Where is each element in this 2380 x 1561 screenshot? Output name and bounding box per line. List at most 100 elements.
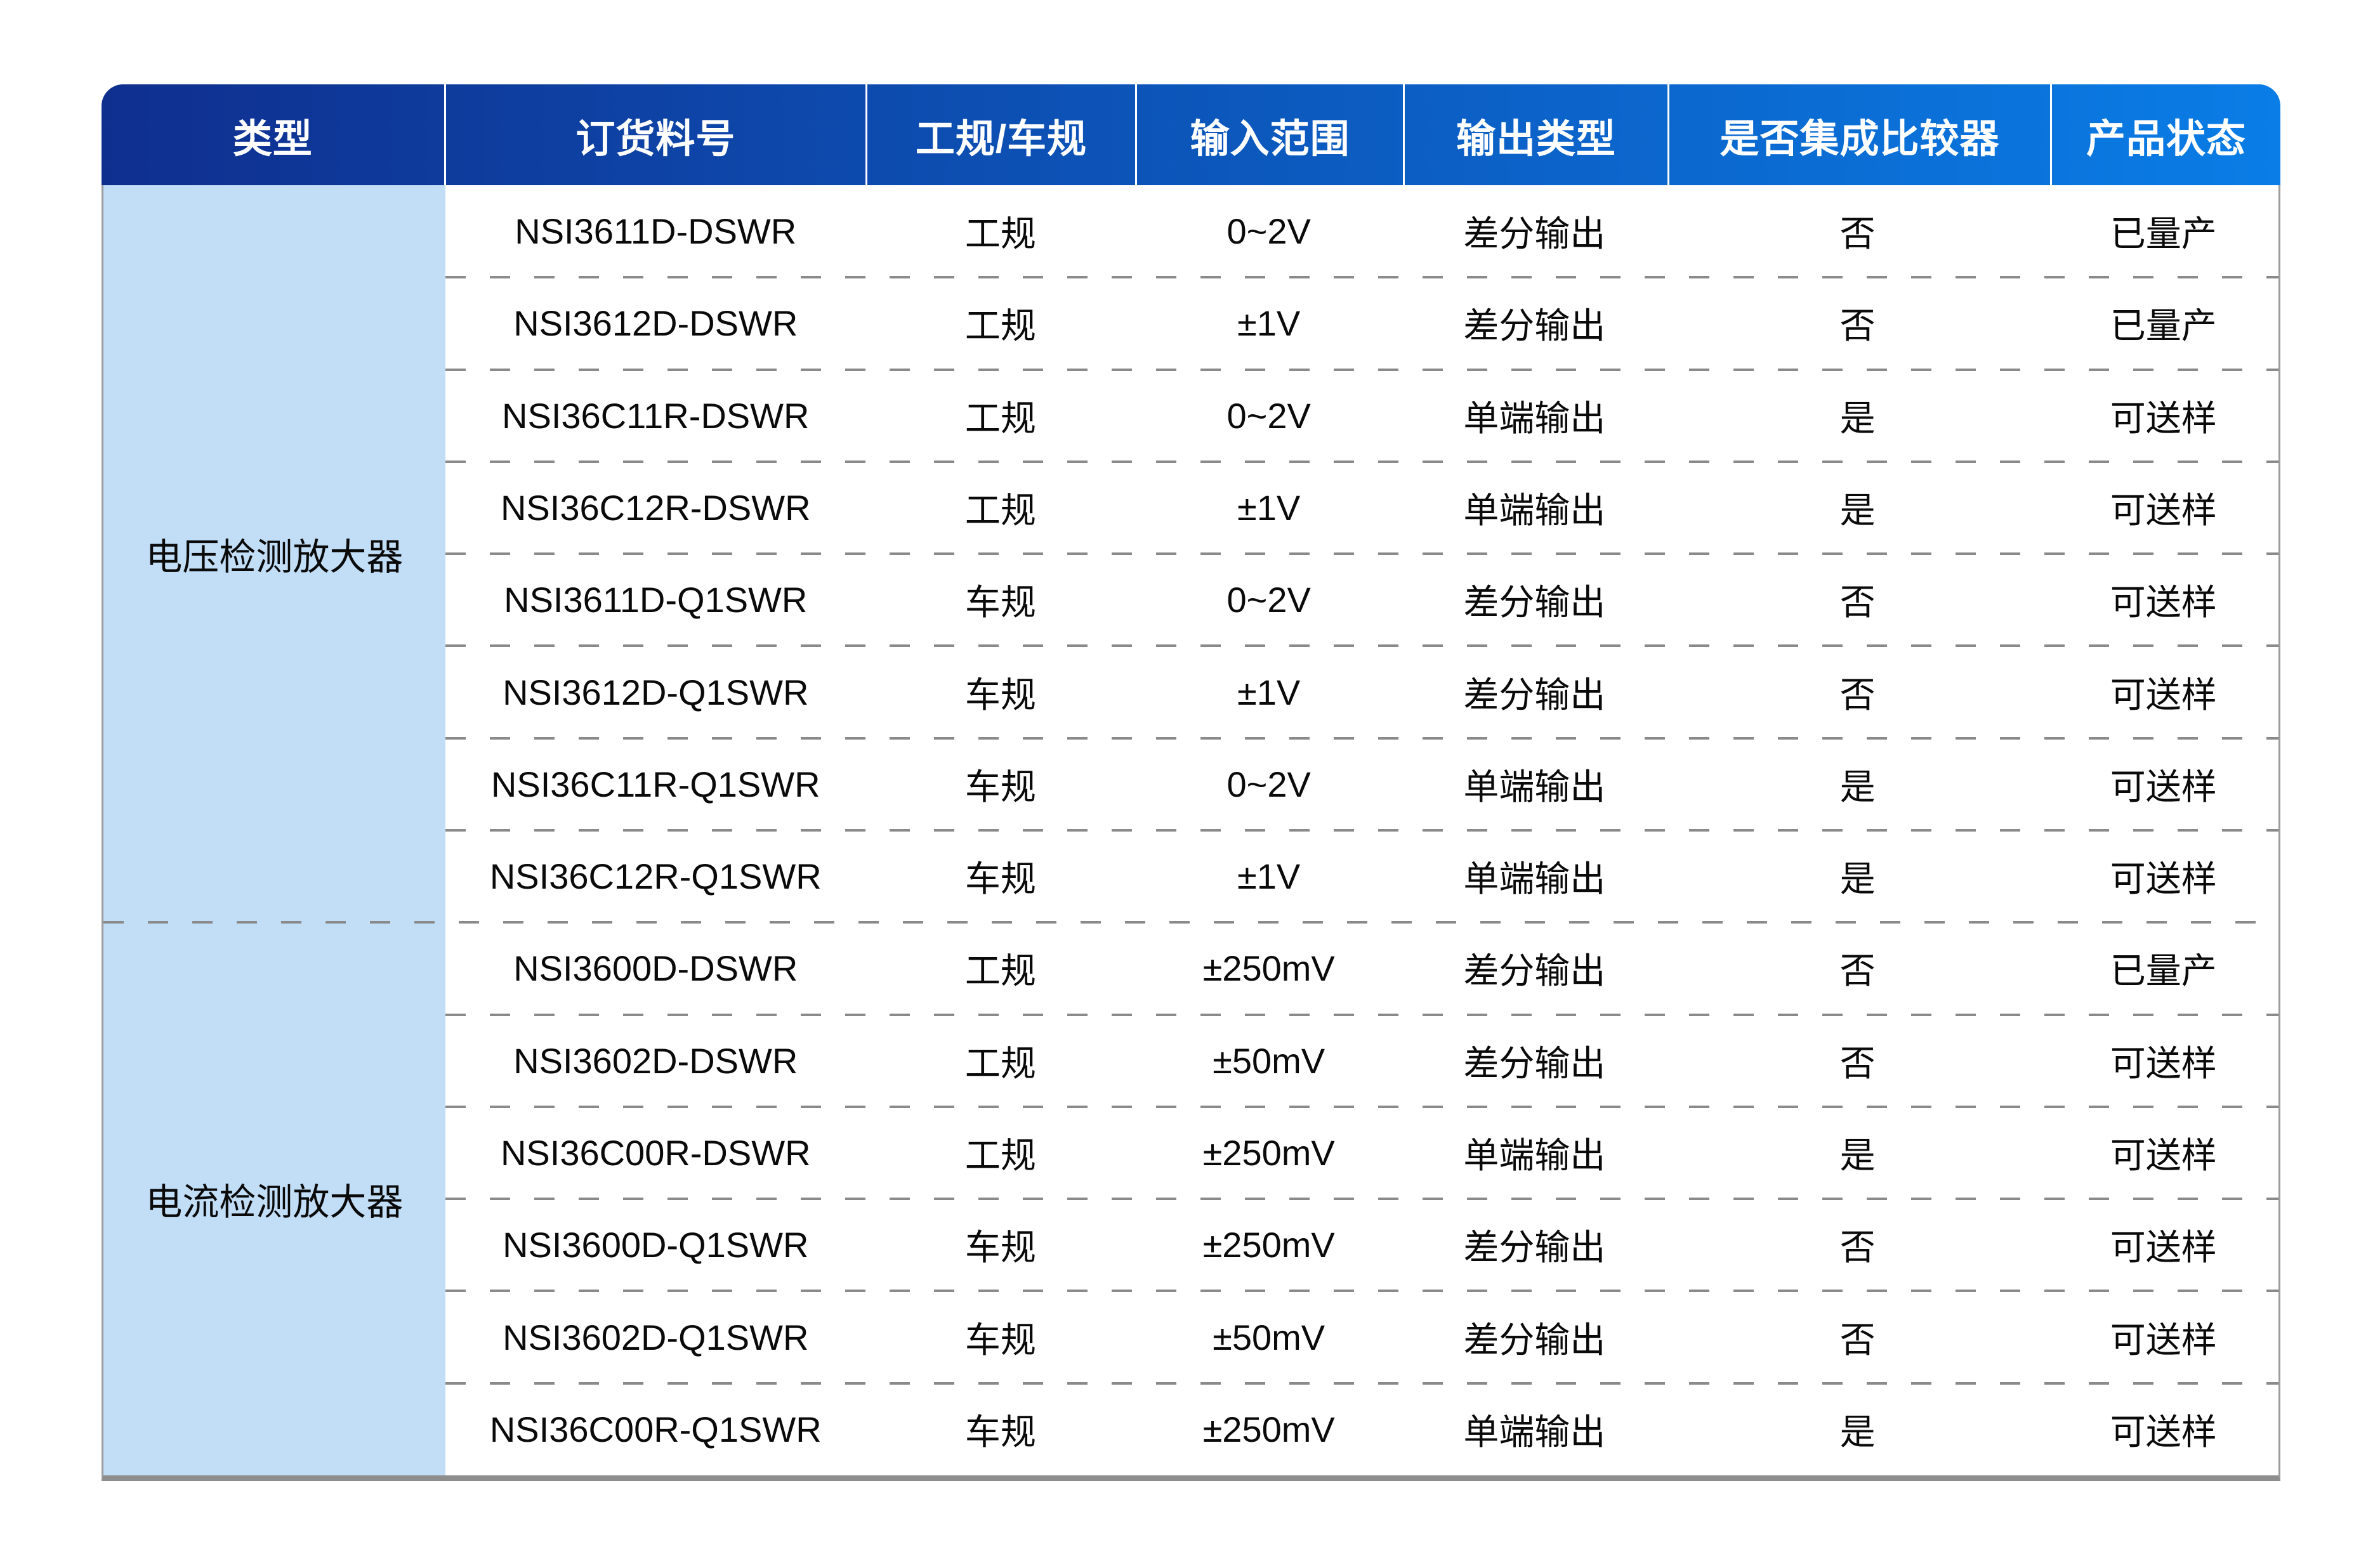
comparator-cell: 否 [1667,922,2049,1014]
output-type-cell: 单端输出 [1402,370,1666,462]
grade-cell: 车规 [866,1199,1135,1291]
status-cell: 可送样 [2049,830,2278,922]
status-cell: 可送样 [2049,1015,2278,1107]
comparator-cell: 否 [1667,277,2049,369]
column-header-grade: 工规/车规 [865,84,1135,185]
part-number-cell: NSI3602D-Q1SWR [445,1291,866,1383]
comparator-cell: 否 [1667,185,2049,277]
grade-cell: 车规 [866,1291,1135,1383]
output-type-cell: 差分输出 [1402,185,1666,277]
part-number-cell: NSI3612D-DSWR [445,277,866,369]
comparator-cell: 否 [1667,1291,2049,1383]
part-number-cell: NSI36C00R-DSWR [445,1107,866,1199]
table-row: NSI3600D-Q1SWR车规±250mV差分输出否可送样 [445,1199,2278,1291]
column-header-input-range: 输入范围 [1135,84,1403,185]
column-header-status: 产品状态 [2050,84,2280,185]
output-type-cell: 差分输出 [1402,1015,1666,1107]
table-row: NSI3600D-DSWR工规±250mV差分输出否已量产 [445,922,2278,1014]
part-number-cell: NSI36C11R-Q1SWR [445,738,866,830]
grade-cell: 车规 [866,1383,1135,1475]
grade-cell: 工规 [866,1015,1135,1107]
output-type-cell: 差分输出 [1402,1291,1666,1383]
group-rows: NSI3600D-DSWR工规±250mV差分输出否已量产NSI3602D-DS… [445,922,2278,1475]
status-cell: 已量产 [2049,922,2278,1014]
output-type-cell: 单端输出 [1402,462,1666,554]
input-range-cell: 0~2V [1135,554,1402,646]
output-type-cell: 单端输出 [1402,1383,1666,1475]
part-number-cell: NSI3600D-DSWR [445,922,866,1014]
status-cell: 已量产 [2049,277,2278,369]
product-table: 类型 订货料号 工规/车规 输入范围 输出类型 是否集成比较器 产品状态 电压检… [102,84,2280,1481]
table-row: NSI3612D-Q1SWR车规±1V差分输出否可送样 [445,646,2278,738]
table-row: NSI36C11R-Q1SWR车规0~2V单端输出是可送样 [445,738,2278,830]
comparator-cell: 是 [1667,738,2049,830]
grade-cell: 工规 [866,462,1135,554]
input-range-cell: ±50mV [1135,1015,1402,1107]
status-cell: 可送样 [2049,370,2278,462]
status-cell: 可送样 [2049,554,2278,646]
input-range-cell: ±1V [1135,462,1402,554]
part-number-cell: NSI36C12R-DSWR [445,462,866,554]
status-cell: 已量产 [2049,185,2278,277]
grade-cell: 车规 [866,646,1135,738]
table-row: NSI36C12R-DSWR工规±1V单端输出是可送样 [445,462,2278,554]
grade-cell: 车规 [866,738,1135,830]
part-number-cell: NSI3611D-Q1SWR [445,554,866,646]
table-row: NSI36C11R-DSWR工规0~2V单端输出是可送样 [445,370,2278,462]
input-range-cell: ±50mV [1135,1291,1402,1383]
comparator-cell: 是 [1667,462,2049,554]
table-header-row: 类型 订货料号 工规/车规 输入范围 输出类型 是否集成比较器 产品状态 [102,84,2280,185]
output-type-cell: 单端输出 [1402,738,1666,830]
part-number-cell: NSI3612D-Q1SWR [445,646,866,738]
comparator-cell: 否 [1667,646,2049,738]
table-row: NSI3611D-DSWR工规0~2V差分输出否已量产 [445,185,2278,277]
input-range-cell: ±250mV [1135,1383,1402,1475]
output-type-cell: 差分输出 [1402,277,1666,369]
input-range-cell: ±1V [1135,277,1402,369]
group-rows: NSI3611D-DSWR工规0~2V差分输出否已量产NSI3612D-DSWR… [445,185,2278,922]
comparator-cell: 否 [1667,554,2049,646]
input-range-cell: 0~2V [1135,738,1402,830]
output-type-cell: 差分输出 [1402,554,1666,646]
part-number-cell: NSI3611D-DSWR [445,185,866,277]
column-header-output-type: 输出类型 [1403,84,1667,185]
table-body: 电压检测放大器NSI3611D-DSWR工规0~2V差分输出否已量产NSI361… [102,185,2280,1481]
input-range-cell: ±1V [1135,646,1402,738]
part-number-cell: NSI36C11R-DSWR [445,370,866,462]
part-number-cell: NSI36C00R-Q1SWR [445,1383,866,1475]
status-cell: 可送样 [2049,646,2278,738]
status-cell: 可送样 [2049,1107,2278,1199]
grade-cell: 工规 [866,370,1135,462]
status-cell: 可送样 [2049,1199,2278,1291]
part-number-cell: NSI3602D-DSWR [445,1015,866,1107]
comparator-cell: 是 [1667,1383,2049,1475]
grade-cell: 工规 [866,1107,1135,1199]
grade-cell: 工规 [866,185,1135,277]
column-header-comparator: 是否集成比较器 [1667,84,2050,185]
table-row: NSI36C00R-Q1SWR车规±250mV单端输出是可送样 [445,1383,2278,1475]
input-range-cell: ±250mV [1135,1199,1402,1291]
comparator-cell: 是 [1667,370,2049,462]
output-type-cell: 单端输出 [1402,830,1666,922]
output-type-cell: 差分输出 [1402,922,1666,1014]
status-cell: 可送样 [2049,1291,2278,1383]
table-row: NSI36C00R-DSWR工规±250mV单端输出是可送样 [445,1107,2278,1199]
table-row: NSI3602D-DSWR工规±50mV差分输出否可送样 [445,1015,2278,1107]
part-number-cell: NSI36C12R-Q1SWR [445,830,866,922]
input-range-cell: ±250mV [1135,1107,1402,1199]
category-cell: 电压检测放大器 [103,185,445,922]
status-cell: 可送样 [2049,462,2278,554]
grade-cell: 车规 [866,830,1135,922]
table-row: NSI3602D-Q1SWR车规±50mV差分输出否可送样 [445,1291,2278,1383]
input-range-cell: ±250mV [1135,922,1402,1014]
comparator-cell: 否 [1667,1199,2049,1291]
status-cell: 可送样 [2049,1383,2278,1475]
output-type-cell: 差分输出 [1402,1199,1666,1291]
category-cell: 电流检测放大器 [103,922,445,1475]
output-type-cell: 差分输出 [1402,646,1666,738]
table-row: NSI3612D-DSWR工规±1V差分输出否已量产 [445,277,2278,369]
status-cell: 可送样 [2049,738,2278,830]
grade-cell: 车规 [866,554,1135,646]
table-row: NSI36C12R-Q1SWR车规±1V单端输出是可送样 [445,830,2278,922]
product-group: 电流检测放大器NSI3600D-DSWR工规±250mV差分输出否已量产NSI3… [103,922,2278,1475]
